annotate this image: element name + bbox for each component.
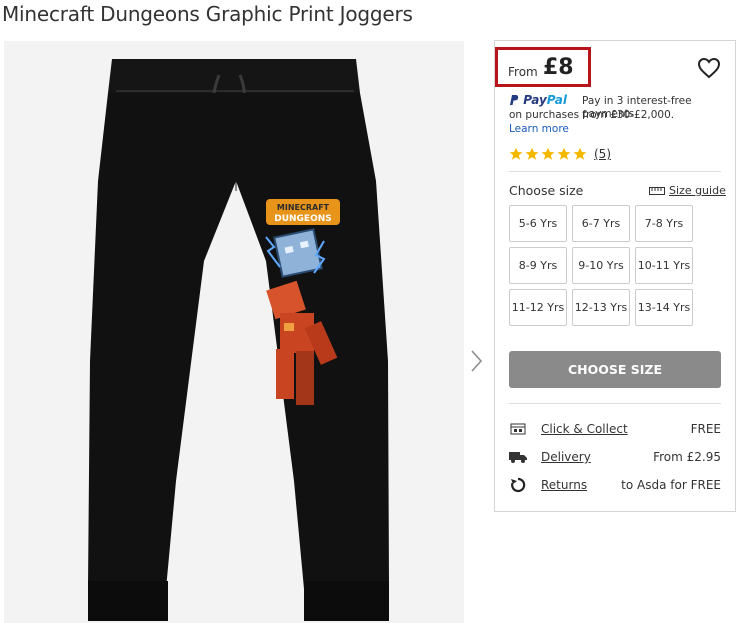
price-value: £8 — [543, 55, 574, 80]
size-option[interactable]: 5-6 Yrs — [509, 205, 567, 242]
star-icon — [525, 147, 539, 160]
chevron-right-icon — [471, 350, 483, 372]
delivery-value: From £2.95 — [653, 450, 721, 464]
paypal-icon — [510, 95, 519, 105]
product-purchase-panel: From £8 PayPal Pay in 3 interest-free pa… — [494, 40, 736, 512]
delivery-link[interactable]: Delivery — [541, 450, 591, 464]
heart-icon — [697, 57, 721, 79]
review-count-link[interactable]: (5) — [594, 147, 611, 161]
ruler-icon — [649, 186, 665, 195]
size-guide-link[interactable]: Size guide — [649, 184, 726, 197]
star-icon — [557, 147, 571, 160]
product-image[interactable]: MINECRAFT DUNGEONS — [4, 41, 464, 623]
star-icon — [573, 147, 587, 160]
returns-value: to Asda for FREE — [621, 478, 721, 492]
returns-link[interactable]: Returns — [541, 478, 587, 492]
star-icon — [541, 147, 555, 160]
size-option[interactable]: 11-12 Yrs — [509, 289, 567, 326]
size-option[interactable]: 8-9 Yrs — [509, 247, 567, 284]
size-option[interactable]: 13-14 Yrs — [635, 289, 693, 326]
size-option[interactable]: 7-8 Yrs — [635, 205, 693, 242]
size-option[interactable]: 10-11 Yrs — [635, 247, 693, 284]
choose-size-label: Choose size — [509, 183, 584, 198]
service-row-delivery: Delivery From £2.95 — [509, 448, 721, 466]
click-collect-icon — [509, 421, 527, 437]
product-title: Minecraft Dungeons Graphic Print Joggers — [2, 2, 413, 26]
divider — [509, 171, 721, 172]
size-guide-label: Size guide — [669, 184, 726, 197]
logo-text-line2: DUNGEONS — [274, 214, 332, 224]
paypal-brand-p1: Pay — [523, 93, 547, 107]
paypal-line2: on purchases from £30-£2,000. — [509, 109, 675, 121]
price-from-label: From — [508, 65, 538, 79]
wishlist-button[interactable] — [697, 57, 721, 79]
next-image-arrow[interactable] — [466, 346, 486, 376]
paypal-logo: PayPal — [509, 93, 567, 107]
size-option[interactable]: 6-7 Yrs — [572, 205, 630, 242]
choose-size-button[interactable]: CHOOSE SIZE — [509, 351, 721, 388]
paypal-learn-more-link[interactable]: Learn more — [509, 123, 569, 135]
service-row-returns: Returns to Asda for FREE — [509, 476, 721, 494]
returns-icon — [509, 477, 527, 493]
paypal-brand-p2: Pal — [546, 93, 568, 107]
click-collect-value: FREE — [690, 422, 721, 436]
size-options-grid: 5-6 Yrs 6-7 Yrs 7-8 Yrs 8-9 Yrs 9-10 Yrs… — [509, 205, 721, 326]
size-option[interactable]: 12-13 Yrs — [572, 289, 630, 326]
size-option[interactable]: 9-10 Yrs — [572, 247, 630, 284]
star-icon — [509, 147, 523, 160]
rating-stars[interactable] — [509, 147, 587, 161]
joggers-illustration: MINECRAFT DUNGEONS — [88, 59, 389, 621]
delivery-truck-icon — [509, 449, 527, 465]
divider — [509, 403, 721, 404]
service-row-click-collect: Click & Collect FREE — [509, 420, 721, 438]
click-collect-link[interactable]: Click & Collect — [541, 422, 628, 436]
logo-text-line1: MINECRAFT — [277, 203, 330, 212]
